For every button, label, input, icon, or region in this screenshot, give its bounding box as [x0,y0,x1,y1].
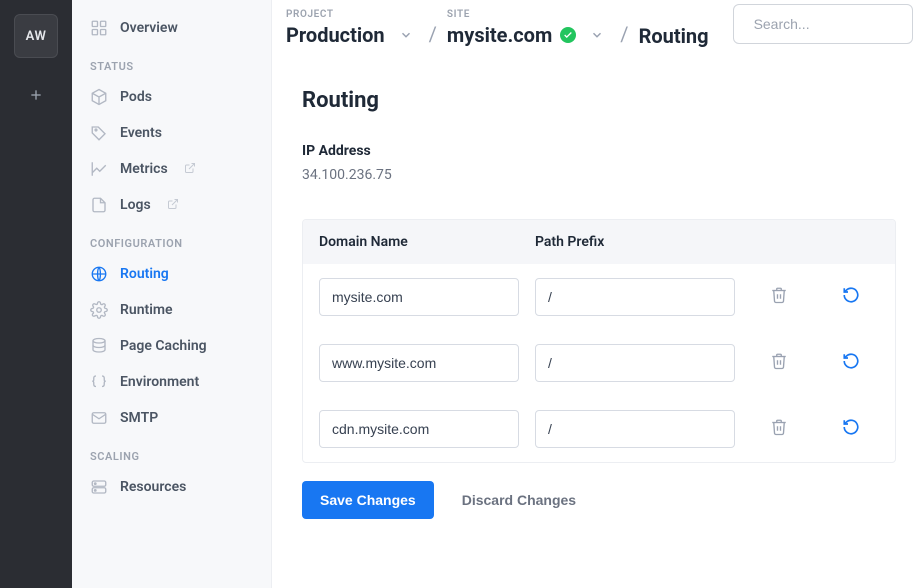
sidebar-item-environment[interactable]: Environment [72,364,271,400]
delete-row-button[interactable] [762,280,796,314]
reload-row-button[interactable] [834,412,868,446]
domain-input[interactable] [319,278,519,316]
routing-table: Domain Name Path Prefix [302,219,896,463]
breadcrumb-separator: / [620,22,628,48]
trash-icon [770,286,788,308]
delete-row-button[interactable] [762,346,796,380]
breadcrumb-project: PROJECT Production [286,9,419,48]
breadcrumb-site: SITE mysite.com [447,9,610,48]
document-icon [90,196,108,214]
sidebar-group-label: STATUS [72,46,271,79]
topbar: PROJECT Production / SITE mysite.com [272,0,916,58]
database-icon [90,337,108,355]
left-rail: AW [0,0,72,588]
breadcrumb-page: Routing [639,11,709,48]
sidebar-item-runtime[interactable]: Runtime [72,292,271,328]
reload-icon [842,352,860,374]
reload-row-button[interactable] [834,346,868,380]
server-icon [90,478,108,496]
sidebar-item-label: Routing [120,266,169,282]
routing-table-head: Domain Name Path Prefix [303,220,895,264]
delete-row-button[interactable] [762,412,796,446]
breadcrumb: PROJECT Production / SITE mysite.com [286,9,709,48]
site-status-badge [560,27,576,43]
sidebar-item-events[interactable]: Events [72,115,271,151]
chevron-down-icon [399,28,413,42]
sidebar-item-page-caching[interactable]: Page Caching [72,328,271,364]
table-row [303,330,895,396]
braces-icon [90,373,108,391]
path-prefix-input[interactable] [535,410,735,448]
breadcrumb-page-value: Routing [639,24,709,48]
sidebar-item-label: Events [120,125,162,141]
path-prefix-input[interactable] [535,278,735,316]
breadcrumb-project-label: PROJECT [286,9,419,20]
breadcrumb-site-label: SITE [447,9,610,20]
sidebar-item-label: Metrics [120,161,168,177]
sidebar-item-routing[interactable]: Routing [72,256,271,292]
content: Routing IP Address 34.100.236.75 Domain … [272,58,916,588]
chart-icon [90,160,108,178]
sidebar-item-smtp[interactable]: SMTP [72,400,271,436]
page-title: Routing [302,88,896,113]
cube-icon [90,88,108,106]
ip-address-label: IP Address [302,143,896,159]
save-button[interactable]: Save Changes [302,481,434,519]
breadcrumb-project-value: Production [286,23,385,47]
ip-address-value: 34.100.236.75 [302,167,896,183]
sidebar-item-pods[interactable]: Pods [72,79,271,115]
check-icon [563,30,573,40]
sidebar-item-overview[interactable]: Overview [72,10,271,46]
sidebar-item-logs[interactable]: Logs [72,187,271,223]
mail-icon [90,409,108,427]
path-prefix-input[interactable] [535,344,735,382]
workspace-badge[interactable]: AW [14,14,58,58]
add-workspace-button[interactable] [14,76,58,114]
sidebar-item-resources[interactable]: Resources [72,469,271,505]
sidebar-item-label: Runtime [120,302,173,318]
sidebar-group-label: SCALING [72,436,271,469]
search-input[interactable] [754,16,916,32]
sidebar-item-label: Pods [120,89,152,105]
sidebar-item-metrics[interactable]: Metrics [72,151,271,187]
breadcrumb-site-value: mysite.com [447,23,552,47]
workspace-initials: AW [26,29,47,44]
gear-icon [90,301,108,319]
table-row [303,264,895,330]
tag-icon [90,124,108,142]
sidebar-item-label: Overview [120,20,178,36]
site-dropdown[interactable] [584,22,610,48]
domain-input[interactable] [319,344,519,382]
sidebar-item-label: Environment [120,374,199,390]
reload-icon [842,418,860,440]
search-box[interactable] [733,4,913,44]
trash-icon [770,352,788,374]
sidebar-group-label: CONFIGURATION [72,223,271,256]
globe-icon [90,265,108,283]
actions-bar: Save Changes Discard Changes [302,481,896,519]
plus-icon [28,87,44,103]
sidebar-item-label: Resources [120,479,186,495]
discard-button[interactable]: Discard Changes [462,492,576,508]
reload-icon [842,286,860,308]
col-path-prefix: Path Prefix [535,234,735,250]
main: PROJECT Production / SITE mysite.com [272,0,916,588]
external-link-icon [167,198,181,212]
sidebar-item-label: SMTP [120,410,158,426]
external-link-icon [184,162,198,176]
sidebar-item-label: Logs [120,197,151,213]
grid-icon [90,19,108,37]
chevron-down-icon [590,28,604,42]
sidebar: Overview STATUS Pods Events Metrics Logs CONFI… [72,0,272,588]
table-row [303,396,895,462]
sidebar-item-label: Page Caching [120,338,207,354]
trash-icon [770,418,788,440]
breadcrumb-separator: / [429,22,437,48]
project-dropdown[interactable] [393,22,419,48]
breadcrumb-page-label-spacer [639,11,709,22]
col-domain-name: Domain Name [319,234,519,250]
domain-input[interactable] [319,410,519,448]
reload-row-button[interactable] [834,280,868,314]
